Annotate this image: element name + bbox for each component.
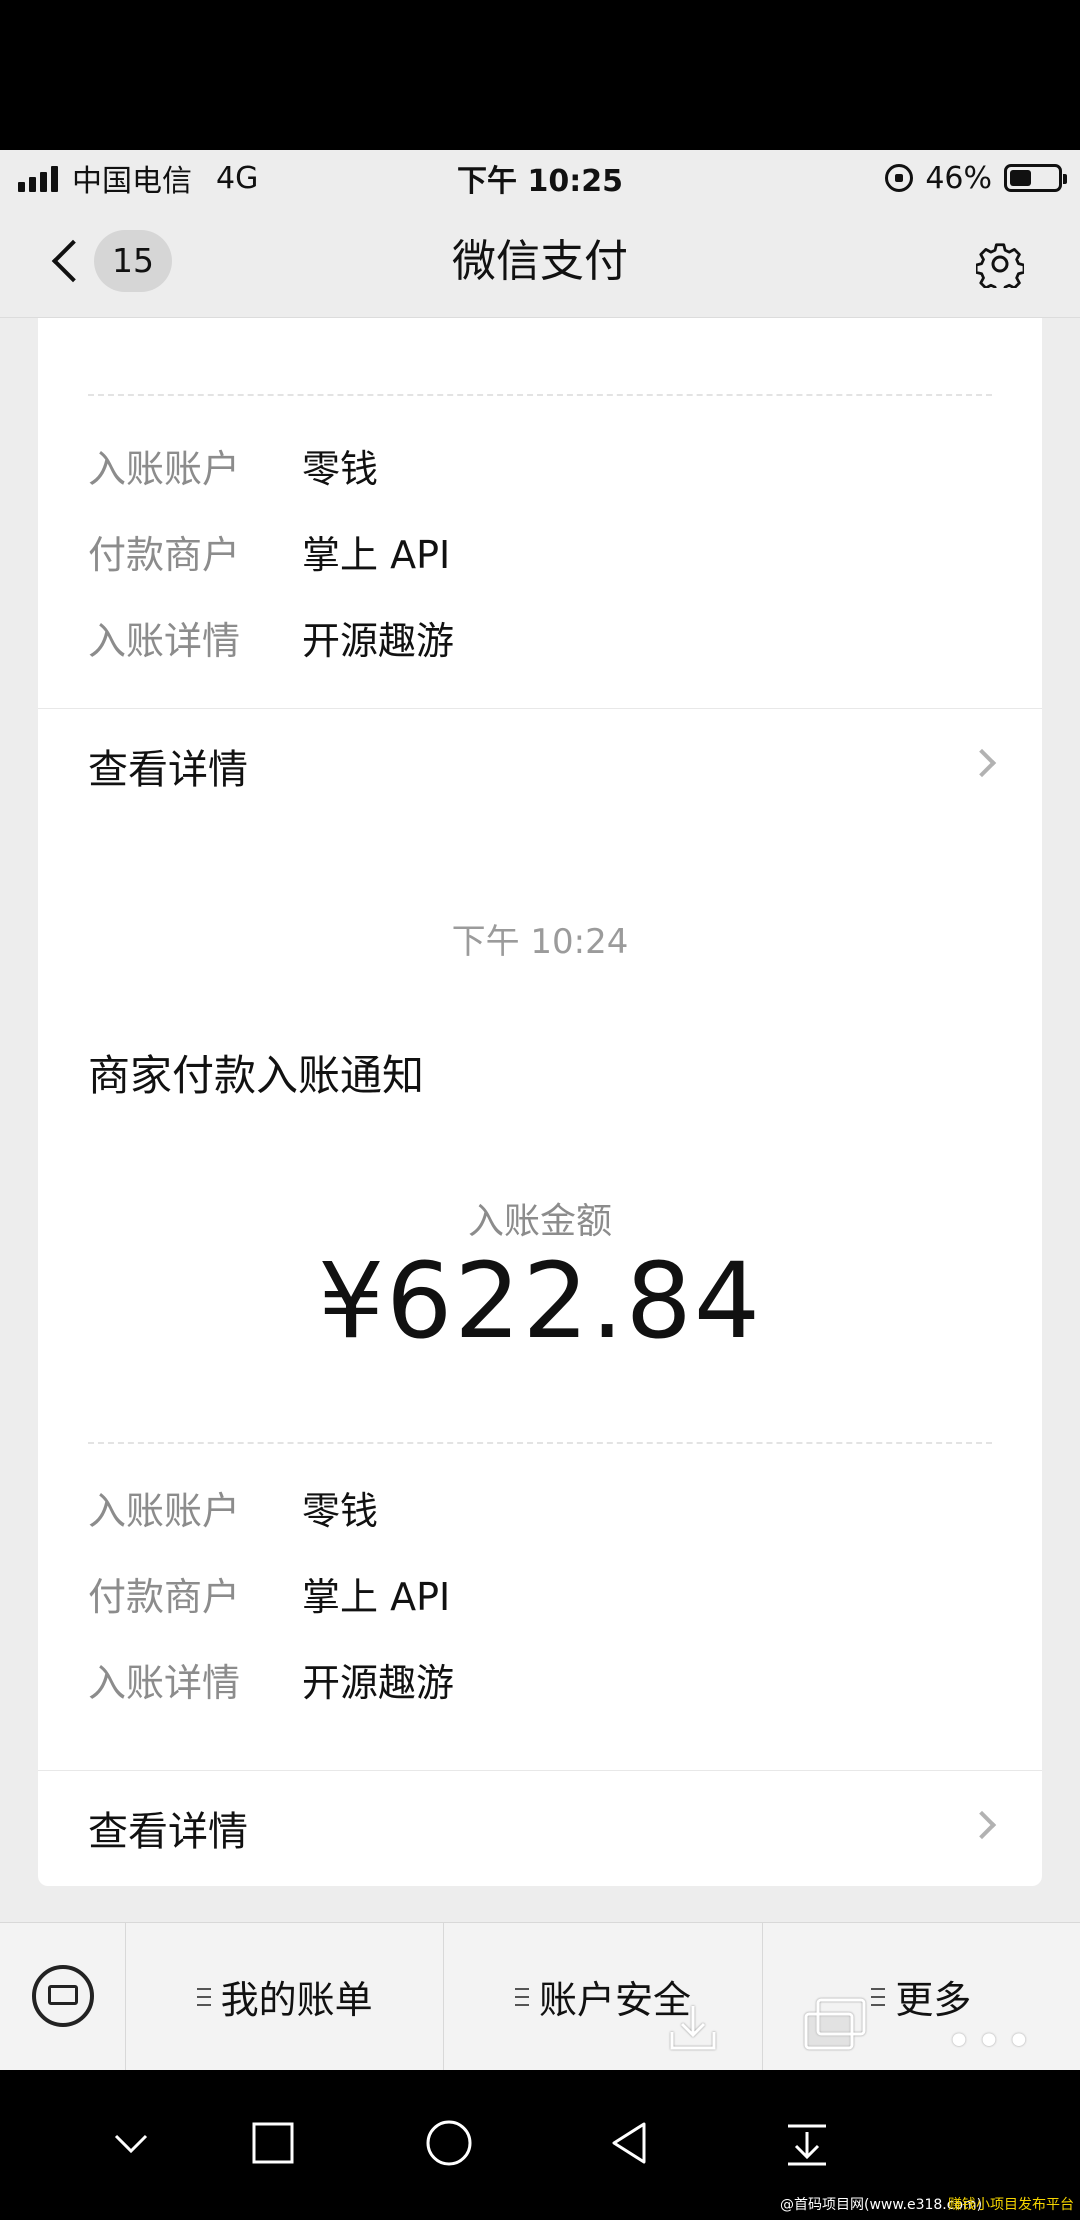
battery-percent: 46%: [925, 160, 992, 196]
field-value: 开源趣游: [302, 1661, 455, 1705]
payment-notice-card: 商家付款入账通知 入账金额 ¥622.84 入账账户 零钱 付款商户 掌上 AP…: [38, 994, 1042, 1886]
floating-windows-icon[interactable]: [802, 1996, 868, 2052]
field-row: 入账账户 零钱: [88, 1480, 378, 1535]
field-key: 入账详情: [88, 619, 241, 663]
top-black-area: [0, 0, 1080, 150]
field-row: 入账详情 开源趣游: [88, 1652, 454, 1707]
dashed-divider: [88, 1442, 992, 1444]
field-value: 开源趣游: [302, 619, 455, 663]
field-key: 入账账户: [88, 1489, 241, 1533]
nav-bar: 微信支付 15: [0, 206, 1080, 318]
home-circle-icon[interactable]: [424, 2118, 474, 2168]
chevron-down-icon[interactable]: [106, 2118, 156, 2168]
carrier-label: 中国电信: [72, 164, 192, 199]
chevron-left-icon: [51, 239, 95, 283]
pull-down-icon[interactable]: [782, 2118, 832, 2168]
field-key: 付款商户: [88, 533, 241, 577]
network-label: 4G: [216, 160, 259, 196]
battery-fill: [1010, 170, 1031, 186]
dashed-divider: [88, 394, 992, 396]
field-value: 掌上 API: [302, 533, 451, 577]
download-icon[interactable]: [668, 2002, 718, 2052]
status-left: 中国电信 4G: [18, 156, 258, 200]
view-details-label: 查看详情: [88, 1809, 248, 1855]
keyboard-keys-icon: [48, 1985, 78, 2005]
field-row: 入账账户 零钱: [88, 438, 378, 493]
back-button[interactable]: [48, 234, 95, 290]
status-right: 46%: [885, 160, 1067, 196]
field-key: 付款商户: [88, 1575, 241, 1619]
recents-square-icon[interactable]: [248, 2118, 298, 2168]
amount-label: 入账金额: [467, 1201, 612, 1242]
chevron-right-icon: [967, 748, 997, 778]
chevron-right-icon: [967, 1810, 997, 1840]
system-navigation-bar: @首码项目网(www.e318.com) 赚钱小项目发布平台: [0, 2070, 1080, 2220]
official-account-menu: 我的账单 账户安全 更多: [0, 1922, 1080, 2071]
menu-lines-icon: [871, 1987, 886, 2006]
field-row: 付款商户 掌上 API: [88, 524, 450, 579]
more-options-icon[interactable]: •••: [946, 2016, 1036, 2067]
watermark-right: 赚钱小项目发布平台: [948, 2197, 1074, 2213]
notice-title: 商家付款入账通知: [88, 1051, 425, 1100]
field-value: 零钱: [302, 447, 379, 491]
amount-value: ¥622.84: [317, 1240, 763, 1362]
keyboard-toggle-button[interactable]: [0, 1923, 126, 2071]
menu-item-label: 我的账单: [220, 1978, 373, 2022]
field-key: 入账账户: [88, 447, 241, 491]
rotation-lock-icon: [885, 164, 914, 192]
back-triangle-icon[interactable]: [604, 2118, 654, 2168]
menu-lines-icon: [514, 1987, 529, 2006]
signal-icon: [18, 164, 58, 192]
message-timestamp: 下午 10:24: [451, 922, 629, 962]
field-value: 零钱: [302, 1489, 379, 1533]
battery-icon: [1004, 164, 1067, 192]
view-details-label: 查看详情: [88, 747, 248, 793]
field-key: 入账详情: [88, 1661, 241, 1705]
gear-icon[interactable]: [976, 240, 1024, 288]
view-details-link[interactable]: 查看详情: [38, 708, 1042, 818]
field-row: 入账详情 开源趣游: [88, 610, 454, 665]
unread-count-badge[interactable]: 15: [94, 230, 172, 292]
status-bar: 中国电信 4G 下午 10:25 46%: [0, 150, 1080, 206]
view-details-link[interactable]: 查看详情: [38, 1770, 1042, 1880]
message-list[interactable]: 入账账户 零钱 付款商户 掌上 API 入账详情 开源趣游 查看详情 下午 10…: [0, 318, 1080, 1922]
field-row: 付款商户 掌上 API: [88, 1566, 450, 1621]
menu-item-bills[interactable]: 我的账单: [126, 1923, 445, 2070]
menu-lines-icon: [196, 1987, 211, 2006]
field-value: 掌上 API: [302, 1575, 451, 1619]
